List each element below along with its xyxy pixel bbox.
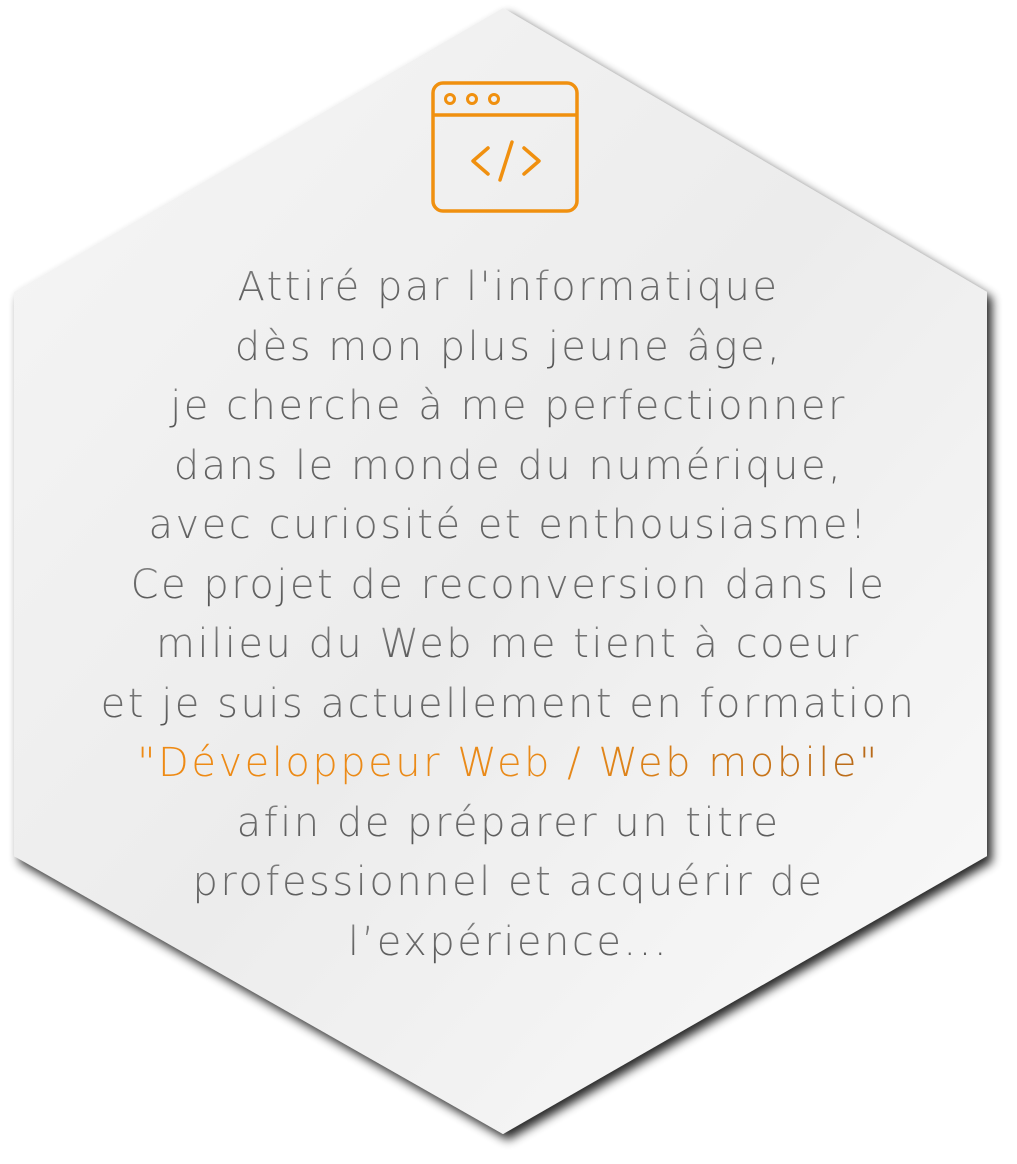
paragraph-line: professionnel et acquérir de — [40, 853, 977, 913]
training-title-highlight: "Développeur Web / Web mobile" — [40, 734, 977, 794]
paragraph-line: l’expérience... — [40, 913, 977, 973]
paragraph-line: Attiré par l'informatique — [40, 258, 977, 318]
paragraph-line: avec curiosité et enthousiasme! — [40, 496, 977, 556]
paragraph-line: je cherche à me perfectionner — [40, 377, 977, 437]
intro-paragraph: Attiré par l'informatique dès mon plus j… — [40, 258, 977, 972]
paragraph-line: dès mon plus jeune âge, — [40, 318, 977, 378]
paragraph-line: milieu du Web me tient à coeur — [40, 615, 977, 675]
paragraph-line: et je suis actuellement en formation — [40, 675, 977, 735]
paragraph-line: dans le monde du numérique, — [40, 437, 977, 497]
paragraph-line: Ce projet de reconversion dans le — [40, 556, 977, 616]
paragraph-line: afin de préparer un titre — [40, 794, 977, 854]
code-window-icon — [428, 78, 584, 218]
hexagon-card: Attiré par l'informatique dès mon plus j… — [0, 0, 1017, 1164]
